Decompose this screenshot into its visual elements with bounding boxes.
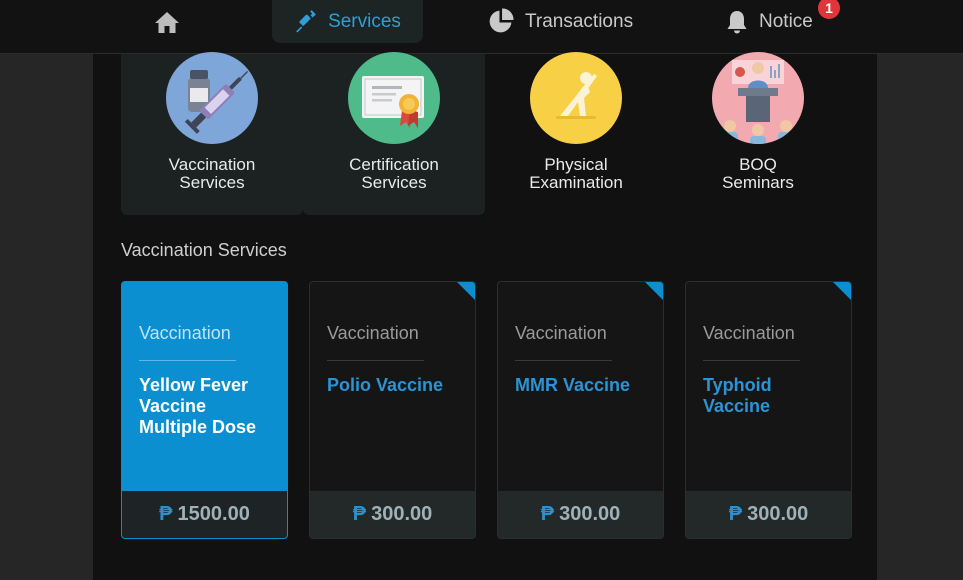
card-divider [139,360,236,361]
card-name: MMR Vaccine [515,375,631,395]
card-price: ₱ 300.00 [310,491,475,538]
category-certification-services[interactable]: Certification Services [303,52,485,215]
category-boq-seminars[interactable]: BOQ Seminars [667,52,849,215]
section-title: Vaccination Services [121,240,287,260]
nav-notice-label: Notice [759,10,813,32]
stretching-person-icon [530,52,622,144]
nav-services[interactable]: Services [272,0,423,43]
price-value: 300.00 [747,503,809,525]
peso-sign: ₱ [352,503,367,525]
category-label: BOQ Seminars [722,155,794,192]
card-name: Typhoid Vaccine [703,375,772,416]
card-corner-marker [833,282,851,300]
card-price: ₱ 1500.00 [122,491,287,538]
card-price: ₱ 300.00 [686,491,851,538]
bell-icon [727,10,747,33]
card-corner-marker [645,282,663,300]
category-label: Certification Services [349,155,439,192]
nav-services-label: Services [328,10,401,32]
card-type: Vaccination [139,323,231,343]
card-name: Yellow Fever Vaccine Multiple Dose [139,375,257,437]
card-type: Vaccination [327,323,419,343]
service-card-polio[interactable]: Vaccination Polio Vaccine ₱ 300.00 [309,281,476,539]
card-type: Vaccination [703,323,795,343]
card-divider [515,360,612,361]
services-panel: Vaccination Services Certification Servi… [93,52,877,580]
peso-sign: ₱ [540,503,555,525]
syringe-vial-icon [166,52,258,144]
service-card-mmr[interactable]: Vaccination MMR Vaccine ₱ 300.00 [497,281,664,539]
service-card-typhoid[interactable]: Vaccination Typhoid Vaccine ₱ 300.00 [685,281,852,539]
peso-sign: ₱ [159,503,173,525]
nav-home[interactable] [150,0,184,43]
price-value: 300.00 [371,503,433,525]
notice-count-badge: 1 [818,0,840,19]
service-card-yellow-fever[interactable]: Vaccination Yellow Fever Vaccine Multipl… [121,281,288,539]
pie-chart-icon [489,8,514,33]
peso-sign: ₱ [728,503,743,525]
card-type: Vaccination [515,323,607,343]
price-value: 1500.00 [177,503,250,525]
category-label: Vaccination Services [168,155,256,192]
category-physical-examination[interactable]: Physical Examination [485,52,667,215]
card-name: Polio Vaccine [327,375,444,395]
card-corner-marker [457,282,475,300]
card-divider [703,360,800,361]
home-icon [155,11,179,33]
nav-notice[interactable]: Notice 1 [726,0,840,43]
card-divider [327,360,424,361]
card-price: ₱ 300.00 [498,491,663,538]
certificate-icon [348,52,440,144]
price-value: 300.00 [559,503,621,525]
category-vaccination-services[interactable]: Vaccination Services [121,52,303,215]
top-nav: Services Transactions Notice 1 [0,0,963,54]
nav-transactions[interactable]: Transactions [487,0,633,43]
seminar-speaker-icon [712,52,804,144]
syringe-icon [296,9,316,33]
nav-transactions-label: Transactions [525,10,634,32]
category-label: Physical Examination [529,155,623,192]
